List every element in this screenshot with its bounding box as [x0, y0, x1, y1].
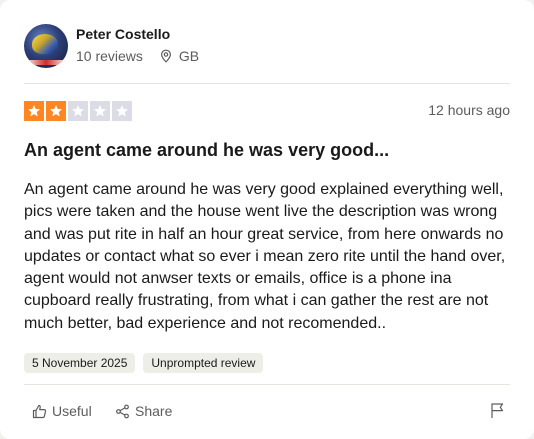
review-card: Peter Costello 10 reviews GB 12 hours ag… — [0, 0, 534, 439]
thumbs-up-icon — [32, 404, 47, 418]
review-tags: 5 November 2025 Unprompted review — [24, 353, 510, 374]
report-flag-button[interactable] — [490, 402, 510, 419]
avatar-helmet-graphic — [32, 34, 58, 54]
share-label: Share — [135, 403, 173, 419]
review-actions: Useful Share — [24, 384, 510, 439]
avatar-stripe-graphic — [24, 60, 68, 65]
useful-button[interactable]: Useful — [32, 403, 92, 419]
flag-icon — [491, 403, 504, 418]
star-icon — [68, 101, 88, 121]
date-tag: 5 November 2025 — [24, 353, 136, 374]
reviewer-location: GB — [159, 48, 199, 64]
review-title[interactable]: An agent came around he was very good... — [24, 138, 510, 162]
rating-row: 12 hours ago — [24, 84, 510, 126]
star-icon — [24, 101, 44, 121]
reviewer-header: Peter Costello 10 reviews GB — [24, 0, 510, 84]
star-icon — [46, 101, 66, 121]
share-button[interactable]: Share — [115, 403, 172, 419]
review-body: An agent came around he was very good ex… — [24, 181, 506, 332]
useful-label: Useful — [52, 403, 92, 419]
reviewer-meta: 10 reviews GB — [76, 48, 199, 64]
star-icon — [112, 101, 132, 121]
star-rating — [24, 101, 132, 121]
location-pin-icon — [160, 49, 171, 63]
reviews-count: 10 reviews — [76, 48, 143, 64]
star-icon — [90, 101, 110, 121]
avatar[interactable] — [24, 24, 68, 68]
location-label: GB — [178, 48, 200, 64]
reviewer-name[interactable]: Peter Costello — [76, 26, 170, 42]
review-time: 12 hours ago — [428, 102, 510, 118]
source-tag[interactable]: Unprompted review — [143, 353, 264, 374]
share-icon — [116, 404, 129, 418]
